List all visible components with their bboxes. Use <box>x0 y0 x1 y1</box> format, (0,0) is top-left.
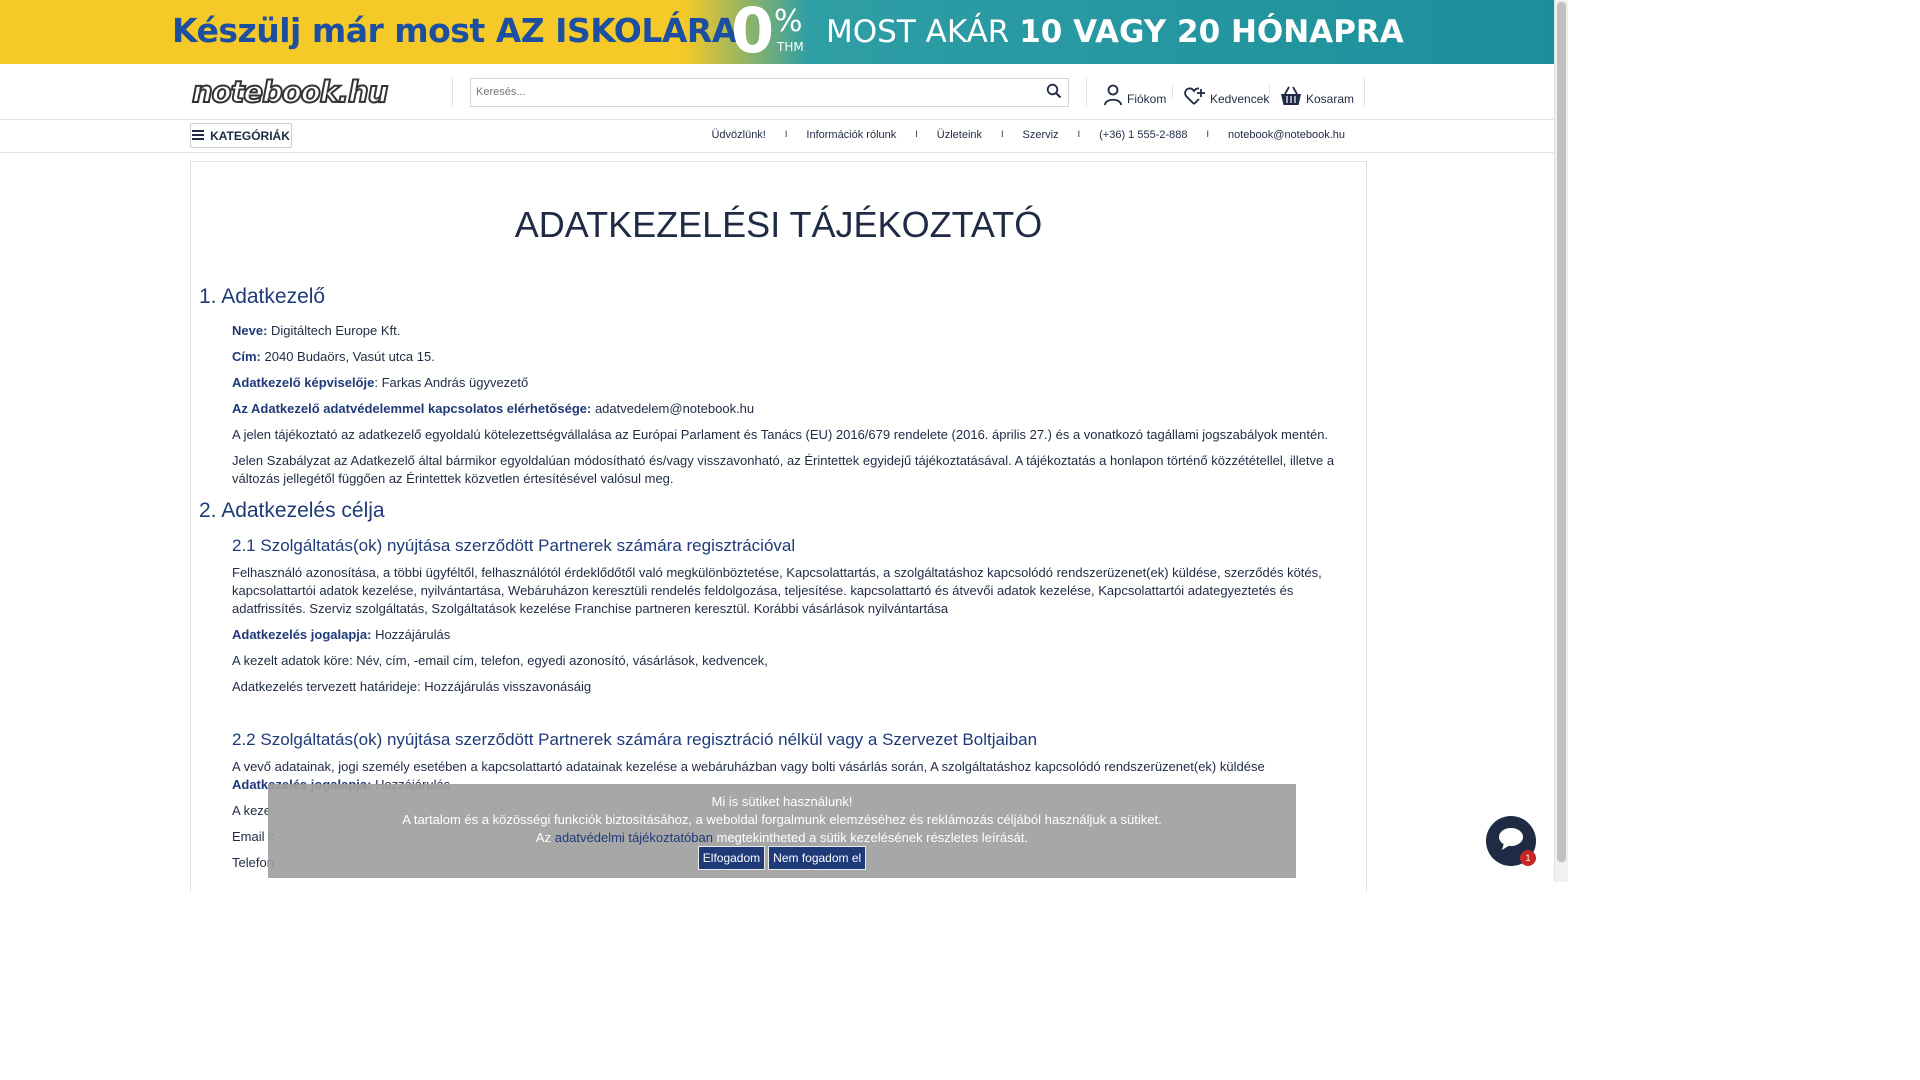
cookie-policy-line: Az adatvédelmi tájékoztatóban megtekinth… <box>268 830 1296 845</box>
cookie-description: A tartalom és a közösségi funkciók bizto… <box>402 812 1162 827</box>
site-header: notebook.hu Fiókom Kedvencek Kosaram <box>0 64 1555 120</box>
nav-separator: I <box>1077 129 1081 139</box>
header-divider <box>1172 84 1173 98</box>
address-label: Cím: <box>232 349 261 364</box>
banner-right-a: MOST AKÁR <box>826 14 1020 50</box>
favorites-link[interactable]: Kedvencek <box>1184 82 1269 106</box>
page-title: ADATKEZELÉSI TÁJÉKOZTATÓ <box>514 204 1043 245</box>
nav-link-service[interactable]: Szerviz <box>1023 129 1059 141</box>
nav-link-welcome[interactable]: Üdvözlünk! <box>711 129 765 141</box>
basket-icon <box>1280 86 1302 106</box>
rep-value: : Farkas András ügyvezető <box>374 375 529 390</box>
scrollbar-thumb[interactable] <box>1557 2 1566 862</box>
cookie-title: Mi is sütiket használunk! <box>711 794 853 809</box>
hamburger-icon <box>192 129 205 143</box>
cart-link[interactable]: Kosaram <box>1280 82 1354 106</box>
banner-text-b: AZ ISKOLÁRA <box>495 11 738 50</box>
section-2-2-title: 2.2 Szolgáltatás(ok) nyújtása szerződött… <box>232 730 1038 749</box>
cookie-line3-a: Az <box>535 830 555 845</box>
controller-contact: Az Adatkezelő adatvédelemmel kapcsolatos… <box>232 400 1360 418</box>
nav-separator: I <box>1001 129 1004 139</box>
banner-zero: 0 <box>731 0 775 64</box>
section-2-1-duration: Adatkezelés tervezett határideje: Hozzáj… <box>232 679 592 694</box>
account-link[interactable]: Fiókom <box>1103 82 1166 106</box>
contact-label: Az Adatkezelő adatvédelemmel kapcsolatos… <box>232 401 592 416</box>
nav-separator: I <box>784 129 788 139</box>
banner-right-text: MOST AKÁR 10 VAGY 20 HÓNAPRA <box>826 14 1404 50</box>
controller-name: Neve: Digitáltech Europe Kft. <box>232 322 1360 340</box>
name-label: Neve: <box>232 323 268 338</box>
banner-left-text: Készülj már most AZ ISKOLÁRA <box>172 11 737 50</box>
section-2-2-purpose: A vevő adatainak, jogi személy esetében … <box>232 759 1265 774</box>
promo-banner[interactable]: Készülj már most AZ ISKOLÁRA 0 % THM MOS… <box>0 0 1555 64</box>
address-value: 2040 Budaörs, Vasút utca 15. <box>260 349 435 364</box>
section-1-title: 1. Adatkezelő <box>199 285 326 308</box>
heart-plus-icon <box>1184 86 1206 106</box>
section-2-1-title: 2.1 Szolgáltatás(ok) nyújtása szerződött… <box>232 536 796 555</box>
banner-thm: THM <box>777 40 804 54</box>
page-scrollbar[interactable] <box>1554 0 1568 882</box>
nav-link-email[interactable]: notebook@notebook.hu <box>1228 129 1345 141</box>
header-divider <box>1364 78 1365 106</box>
rep-label: Adatkezelő képviselője <box>232 375 375 390</box>
chat-button[interactable]: 1 <box>1486 816 1536 866</box>
search-icon[interactable] <box>1046 83 1064 101</box>
search-input[interactable] <box>471 79 1036 104</box>
categories-button[interactable]: KATEGÓRIÁK <box>190 123 292 148</box>
chat-unread-badge: 1 <box>1520 850 1536 866</box>
header-divider <box>1269 84 1270 98</box>
nav-link-stores[interactable]: Üzleteink <box>937 129 982 141</box>
main-nav: KATEGÓRIÁK Üdvözlünk! I Információk rólu… <box>0 119 1555 153</box>
search-box <box>470 78 1069 107</box>
favorites-label: Kedvencek <box>1210 92 1270 106</box>
cart-label: Kosaram <box>1306 92 1355 106</box>
user-icon <box>1103 84 1123 106</box>
banner-zero-percent: 0 % THM <box>731 0 809 64</box>
policy-change-paragraph: Jelen Szabályzat az Adatkezelő által bár… <box>232 453 1335 486</box>
section-2-1-purpose: Felhasználó azonosítása, a többi ügyfélt… <box>232 565 1322 616</box>
legal-value: Hozzájárulás <box>371 627 451 642</box>
section-2-1-legal-basis: Adatkezelés jogalapja: Hozzájárulás <box>232 626 1360 644</box>
contact-value: adatvedelem@notebook.hu <box>591 401 755 416</box>
legal-label: Adatkezelés jogalapja: <box>232 627 372 642</box>
controller-address: Cím: 2040 Budaörs, Vasút utca 15. <box>232 348 1360 366</box>
decline-cookies-button[interactable]: Nem fogadom el <box>768 846 867 870</box>
controller-representative: Adatkezelő képviselője: Farkas András üg… <box>232 374 1360 392</box>
nav-link-phone[interactable]: (+36) 1 555-2-888 <box>1099 129 1187 141</box>
banner-pct: % <box>774 4 803 39</box>
header-divider <box>452 78 453 106</box>
banner-text-a: Készülj már most <box>172 11 496 50</box>
privacy-policy-link[interactable]: adatvédelmi tájékoztatóban <box>555 830 713 845</box>
name-value: Digitáltech Europe Kft. <box>267 323 401 338</box>
banner-right-b: 10 VAGY 20 HÓNAPRA <box>1019 14 1404 50</box>
cookie-line3-b: megtekintheted a sütik kezelésének részl… <box>713 830 1029 845</box>
header-divider <box>1086 78 1087 106</box>
nav-separator: I <box>1206 129 1210 139</box>
site-logo[interactable]: notebook.hu <box>191 77 418 108</box>
privacy-content: ADATKEZELÉSI TÁJÉKOZTATÓ 1. Adatkezelő N… <box>190 161 1367 892</box>
section-2-title: 2. Adatkezelés célja <box>199 499 385 522</box>
cookie-consent-bar: Mi is sütiket használunk! A tartalom és … <box>268 784 1296 878</box>
cookie-buttons: Elfogadom Nem fogadom el <box>268 846 1296 870</box>
categories-label: KATEGÓRIÁK <box>210 128 290 143</box>
nav-link-about[interactable]: Információk rólunk <box>806 129 896 141</box>
section-2-1-scope: A kezelt adatok köre: Név, cím, -email c… <box>232 653 768 668</box>
chat-bubble-icon <box>1498 827 1524 855</box>
nav-links: Üdvözlünk! I Információk rólunk I Üzlete… <box>711 129 1345 141</box>
accept-cookies-button[interactable]: Elfogadom <box>697 846 766 870</box>
nav-separator: I <box>915 129 918 139</box>
account-label: Fiókom <box>1127 92 1167 106</box>
intro-paragraph: A jelen tájékoztató az adatkezelő egyold… <box>232 427 1329 442</box>
